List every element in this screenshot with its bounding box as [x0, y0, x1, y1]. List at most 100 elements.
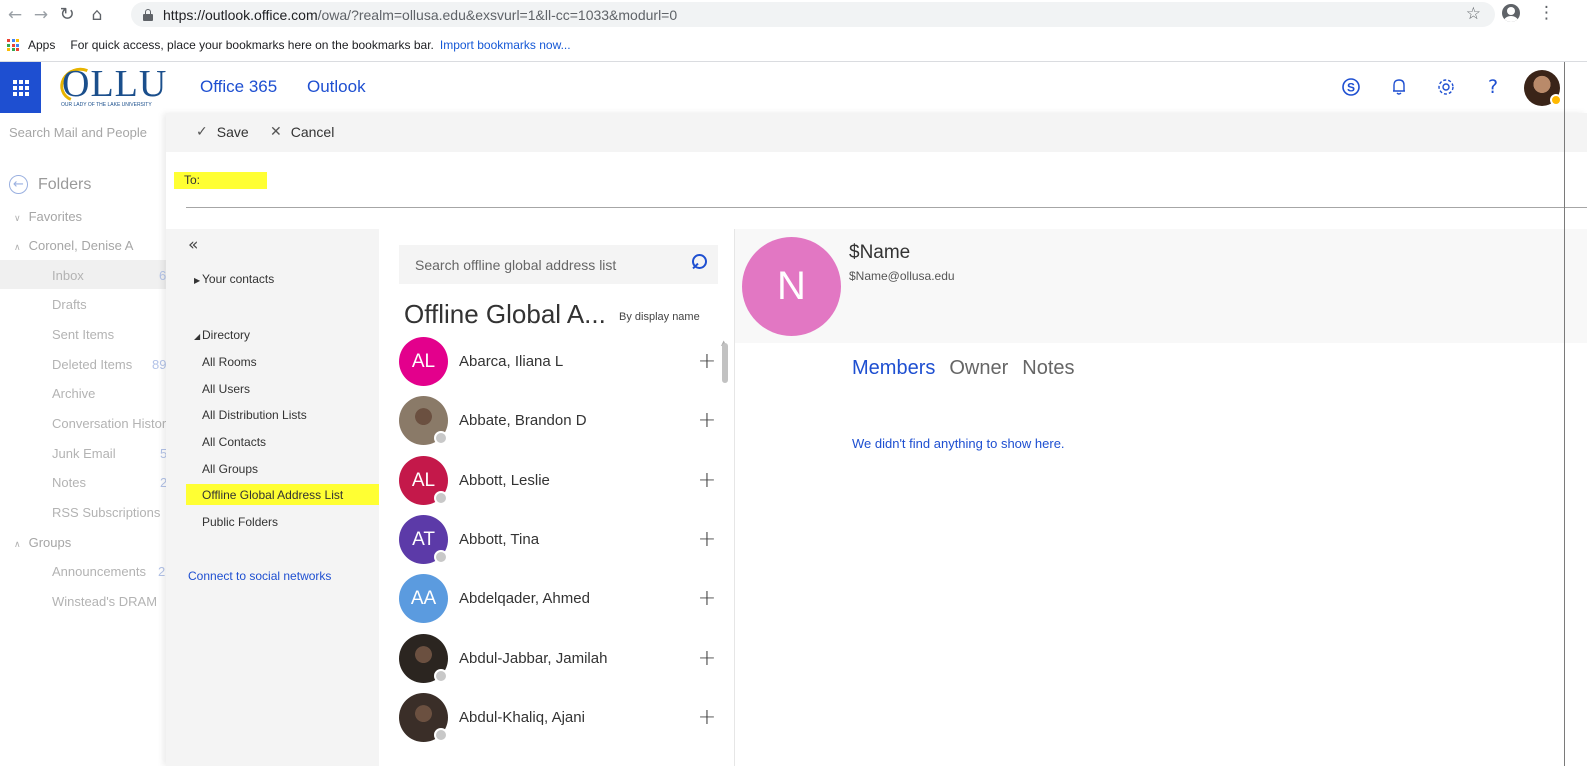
contact-row[interactable]: Abbate, Brandon D +	[399, 391, 719, 450]
favorites-section[interactable]: ∨ Favorites	[14, 209, 82, 224]
directory-item[interactable]: Directory	[202, 328, 250, 342]
back-arrow-icon[interactable]: ←	[9, 175, 28, 194]
connect-social-link[interactable]: Connect to social networks	[188, 569, 331, 583]
reload-icon[interactable]: ↻	[54, 2, 80, 28]
dir-all-distribution-lists[interactable]: All Distribution Lists	[202, 408, 307, 422]
scrollbar-thumb[interactable]	[722, 343, 728, 383]
account-section[interactable]: ∧ Coronel, Denise A	[14, 238, 133, 253]
apps-grid-icon[interactable]	[7, 39, 19, 51]
folder-archive[interactable]: Archive	[52, 386, 95, 401]
contact-row[interactable]: AL Abarca, Iliana L +	[399, 332, 719, 391]
dir-all-users[interactable]: All Users	[202, 382, 250, 396]
cancel-button[interactable]: ✕ Cancel	[270, 124, 334, 140]
ollu-logo[interactable]: OLLU OUR LADY OF THE LAKE UNIVERSITY	[55, 62, 168, 110]
tab-notes[interactable]: Notes	[1022, 357, 1074, 380]
group-announcements[interactable]: Announcements	[52, 564, 146, 579]
folder-inbox[interactable]: Inbox	[52, 268, 84, 283]
user-avatar[interactable]	[1524, 70, 1562, 106]
add-contact-plus-icon[interactable]: +	[695, 349, 719, 374]
tab-members[interactable]: Members	[852, 357, 935, 380]
forward-icon[interactable]: →	[28, 2, 54, 28]
contact-row[interactable]: AT Abbott, Tina +	[399, 510, 719, 569]
app-launcher-button[interactable]	[0, 62, 41, 113]
to-field[interactable]: To:	[174, 172, 1587, 208]
help-icon[interactable]: ?	[1482, 76, 1504, 98]
contact-name: Abdul-Jabbar, Jamilah	[459, 650, 608, 667]
avatar-initials: AL	[411, 350, 436, 372]
caret-down-icon[interactable]: ◢	[194, 332, 200, 341]
avatar-initials: AL	[411, 469, 436, 491]
your-contacts-item[interactable]: Your contacts	[202, 272, 274, 286]
menu-kebab-icon[interactable]: ⋮	[1538, 3, 1555, 23]
sort-by-dropdown[interactable]: By display name	[619, 311, 700, 323]
detail-header: N $Name $Name@ollusa.edu	[735, 229, 1587, 343]
profile-icon[interactable]	[1502, 4, 1520, 22]
tab-owner[interactable]: Owner	[949, 357, 1008, 380]
checkmark-icon: ✓	[196, 124, 208, 140]
search-icon[interactable]	[690, 254, 708, 272]
folder-conversation-history[interactable]: Conversation History	[52, 416, 166, 431]
bookmarks-hint: For quick access, place your bookmarks h…	[70, 38, 434, 52]
browser-toolbar: ← → ↻ ⌂ https://outlook.office.com/owa/?…	[0, 0, 1587, 29]
contact-photo	[399, 634, 448, 683]
back-icon[interactable]: ←	[2, 2, 28, 28]
presence-offline-icon	[434, 550, 448, 564]
save-button[interactable]: ✓ Save	[196, 124, 249, 140]
outlook-link[interactable]: Outlook	[307, 77, 366, 97]
dir-offline-gal[interactable]: Offline Global Address List	[202, 488, 343, 502]
contact-initials-avatar: AL	[399, 456, 448, 505]
contact-row[interactable]: AA Abdelqader, Ahmed +	[399, 569, 719, 628]
gal-search-input[interactable]: Search offline global address list	[399, 245, 718, 284]
deleted-count: 89	[152, 357, 167, 372]
add-contact-plus-icon[interactable]: +	[695, 527, 719, 552]
contact-email[interactable]: $Name@ollusa.edu	[849, 269, 955, 283]
add-contact-plus-icon[interactable]: +	[695, 586, 719, 611]
bookmarks-bar: Apps For quick access, place your bookma…	[0, 29, 1587, 62]
collapse-double-chevron-icon[interactable]: «	[188, 235, 198, 255]
apps-link[interactable]: Apps	[28, 38, 55, 52]
gear-icon[interactable]	[1435, 76, 1457, 98]
bookmark-star-icon[interactable]: ☆	[1466, 4, 1481, 24]
office365-link[interactable]: Office 365	[200, 77, 277, 97]
folder-sent-items[interactable]: Sent Items	[52, 327, 114, 342]
dir-all-groups[interactable]: All Groups	[202, 462, 258, 476]
add-contact-plus-icon[interactable]: +	[695, 646, 719, 671]
contact-initials-avatar: AL	[399, 337, 448, 386]
dir-all-contacts[interactable]: All Contacts	[202, 435, 266, 449]
folder-junk-email[interactable]: Junk Email	[52, 446, 116, 461]
contact-name: Abdelqader, Ahmed	[459, 590, 590, 607]
groups-section[interactable]: ∧ Groups	[14, 535, 71, 550]
add-contact-plus-icon[interactable]: +	[695, 468, 719, 493]
group-winstead[interactable]: Winstead's DRAM	[52, 594, 156, 609]
gal-search-placeholder: Search offline global address list	[415, 257, 617, 273]
logo-text: OLLU	[62, 63, 168, 105]
add-contact-plus-icon[interactable]: +	[695, 408, 719, 433]
presence-away-icon	[1550, 94, 1562, 106]
lock-icon	[143, 8, 153, 21]
contact-row[interactable]: Abdul-Jabbar, Jamilah +	[399, 629, 719, 688]
address-bar[interactable]: https://outlook.office.com/owa/?realm=ol…	[131, 2, 1495, 27]
avatar-initials: AT	[412, 528, 435, 550]
presence-offline-icon	[434, 669, 448, 683]
contact-name: $Name	[849, 242, 911, 263]
contact-photo	[399, 693, 448, 742]
contact-row[interactable]: Abdul-Khaliq, Ajani +	[399, 688, 719, 747]
bell-icon[interactable]	[1388, 76, 1410, 98]
folder-drafts[interactable]: Drafts	[52, 297, 87, 312]
folder-notes[interactable]: Notes	[52, 475, 86, 490]
folder-deleted-items[interactable]: Deleted Items	[52, 357, 132, 372]
contact-initials-avatar: AT	[399, 515, 448, 564]
contact-row[interactable]: AL Abbott, Leslie +	[399, 451, 719, 510]
caret-right-icon[interactable]: ▶	[194, 276, 200, 285]
dir-all-rooms[interactable]: All Rooms	[202, 355, 257, 369]
logo-subtitle: OUR LADY OF THE LAKE UNIVERSITY	[61, 102, 152, 108]
folders-header[interactable]: ← Folders	[9, 175, 91, 194]
folder-rss[interactable]: RSS Subscriptions	[52, 505, 160, 520]
skype-icon[interactable]: S	[1340, 76, 1362, 98]
search-mail-input[interactable]: Search Mail and People	[9, 125, 147, 140]
add-contact-plus-icon[interactable]: +	[695, 705, 719, 730]
contact-name: Abbott, Leslie	[459, 472, 550, 489]
dir-public-folders[interactable]: Public Folders	[202, 515, 278, 529]
home-icon[interactable]: ⌂	[84, 2, 110, 28]
import-bookmarks-link[interactable]: Import bookmarks now...	[440, 38, 571, 52]
